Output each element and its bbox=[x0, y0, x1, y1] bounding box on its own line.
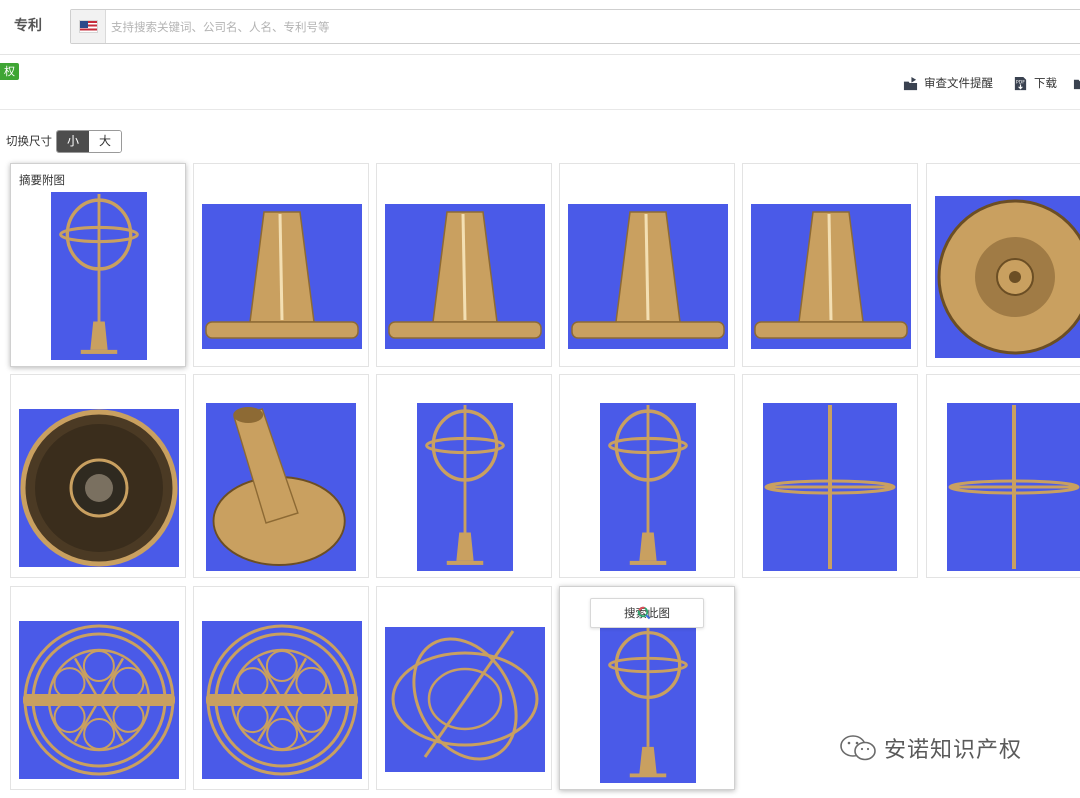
patent-figure-tile[interactable] bbox=[10, 374, 186, 578]
watermark: 安诺知识产权 bbox=[838, 732, 1022, 764]
abstract-figure-caption: 摘要附图 bbox=[19, 173, 65, 187]
figure-thumbnail[interactable] bbox=[568, 204, 728, 349]
figure-thumbnail[interactable] bbox=[202, 204, 362, 349]
size-option-large[interactable]: 大 bbox=[89, 130, 121, 152]
size-switch: 切换尺寸 小 大 bbox=[6, 129, 122, 153]
patent-figure-tile[interactable] bbox=[926, 163, 1080, 367]
download-label: 下载 bbox=[1034, 76, 1057, 90]
abstract-figure-tile[interactable]: 摘要附图 bbox=[10, 163, 186, 367]
review-reminder-label: 审查文件提醒 bbox=[924, 76, 993, 90]
more-action-button[interactable] bbox=[1073, 74, 1080, 92]
patent-figure-tile[interactable] bbox=[193, 163, 369, 367]
patent-figure-tile[interactable] bbox=[376, 374, 552, 578]
review-reminder-icon bbox=[903, 76, 918, 90]
patent-figure-tile[interactable] bbox=[559, 374, 735, 578]
pdf-download-icon: PDF bbox=[1014, 76, 1027, 90]
patent-figure-tile[interactable] bbox=[926, 374, 1080, 578]
patent-figure-tile[interactable] bbox=[10, 586, 186, 790]
figure-thumbnail[interactable] bbox=[385, 204, 545, 349]
figure-thumbnail[interactable] bbox=[751, 204, 911, 349]
us-flag-icon bbox=[79, 20, 98, 33]
figure-thumbnail[interactable] bbox=[417, 403, 513, 571]
watermark-text: 安诺知识产权 bbox=[884, 738, 1023, 763]
figure-thumbnail[interactable] bbox=[385, 627, 545, 772]
patent-figure-tile[interactable] bbox=[193, 374, 369, 578]
size-option-small[interactable]: 小 bbox=[57, 130, 89, 152]
download-button[interactable]: PDF 下载 bbox=[1013, 74, 1057, 92]
patent-figure-tile[interactable] bbox=[376, 163, 552, 367]
search-icon bbox=[637, 606, 650, 620]
brand-label[interactable]: 专利 bbox=[14, 15, 42, 35]
search-input[interactable] bbox=[111, 17, 1011, 37]
figure-thumbnail[interactable] bbox=[206, 403, 356, 571]
patent-figure-tile[interactable] bbox=[559, 163, 735, 367]
figure-thumbnail[interactable] bbox=[202, 621, 362, 779]
patent-figure-tile[interactable]: 搜索此图 bbox=[559, 586, 735, 790]
search-box[interactable] bbox=[70, 9, 1080, 44]
folder-icon bbox=[1073, 79, 1080, 89]
size-toggle[interactable]: 小 大 bbox=[56, 129, 122, 153]
status-badge: 权 bbox=[0, 63, 19, 80]
figure-thumbnail[interactable] bbox=[600, 625, 696, 783]
wechat-icon bbox=[840, 735, 876, 761]
patent-figure-tile[interactable] bbox=[742, 374, 918, 578]
size-switch-label: 切换尺寸 bbox=[6, 134, 52, 148]
figure-thumbnail[interactable] bbox=[51, 192, 147, 360]
patent-figure-tile[interactable] bbox=[742, 163, 918, 367]
review-reminder-button[interactable]: 审查文件提醒 bbox=[903, 74, 993, 92]
patent-figure-tile[interactable] bbox=[376, 586, 552, 790]
figure-thumbnail[interactable] bbox=[19, 621, 179, 779]
top-bar: 专利 bbox=[0, 0, 1080, 55]
figure-thumbnail[interactable] bbox=[600, 403, 696, 571]
region-selector[interactable] bbox=[71, 10, 106, 43]
figure-thumbnail[interactable] bbox=[947, 403, 1080, 571]
action-bar: 权 审查文件提醒 PDF 下载 bbox=[0, 55, 1080, 110]
figure-thumbnail[interactable] bbox=[19, 409, 179, 567]
figure-thumbnail[interactable] bbox=[935, 196, 1080, 358]
figure-thumbnail[interactable] bbox=[763, 403, 897, 571]
search-this-image-button[interactable]: 搜索此图 bbox=[590, 598, 704, 628]
patent-figure-tile[interactable] bbox=[193, 586, 369, 790]
